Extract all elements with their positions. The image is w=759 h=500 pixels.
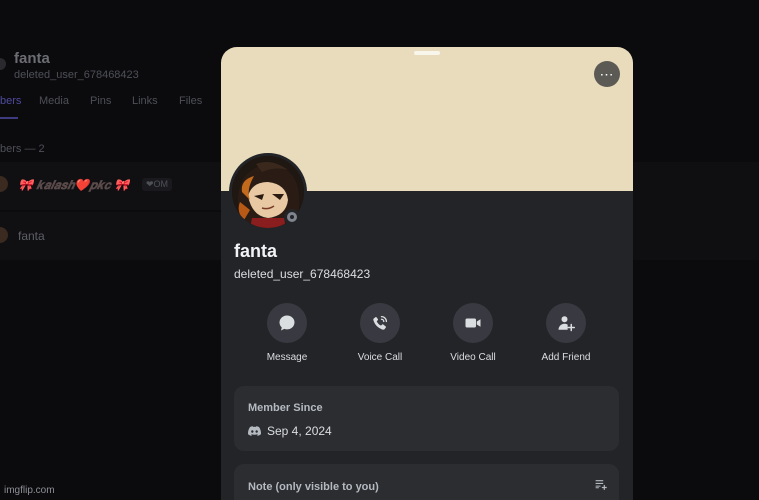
video-call-label: Video Call — [450, 352, 496, 363]
video-camera-icon — [453, 303, 493, 343]
note-edit-icon[interactable] — [594, 478, 607, 496]
voice-call-label: Voice Call — [357, 352, 403, 363]
bg-tab-media[interactable]: Media — [39, 95, 69, 107]
voice-call-button[interactable]: Voice Call — [335, 303, 425, 363]
add-friend-button[interactable]: Add Friend — [521, 303, 611, 363]
bg-tab-members[interactable]: bers — [0, 95, 21, 107]
add-friend-label: Add Friend — [541, 352, 591, 363]
display-name: fanta — [234, 241, 278, 261]
more-icon: ⋯ — [599, 66, 615, 82]
note-title: Note (only visible to you) — [248, 481, 379, 493]
note-section[interactable]: Note (only visible to you) — [234, 464, 619, 500]
bg-tab-underline — [0, 117, 18, 119]
message-label: Message — [266, 352, 308, 363]
member-since-date: Sep 4, 2024 — [248, 424, 332, 438]
add-friend-icon — [546, 303, 586, 343]
member-since-section: Member Since Sep 4, 2024 — [234, 386, 619, 451]
bg-member-name: 🎀 𝒌𝒂𝒍𝒂𝒔𝒉❤️𝒑𝒌𝒄 🎀 — [18, 178, 129, 192]
bg-tab-pins[interactable]: Pins — [90, 95, 111, 107]
drag-handle[interactable] — [414, 51, 440, 55]
profile-card: ⋯ fanta deleted_user_678468423 Message V… — [221, 47, 633, 500]
bg-tab-files[interactable]: Files — [179, 95, 202, 107]
member-since-date-text: Sep 4, 2024 — [267, 424, 332, 438]
video-call-button[interactable]: Video Call — [428, 303, 518, 363]
phone-icon — [360, 303, 400, 343]
watermark-text: imgflip.com — [4, 485, 55, 496]
bg-members-count: bers — 2 — [0, 143, 45, 155]
username: deleted_user_678468423 — [234, 267, 371, 281]
more-options-button[interactable]: ⋯ — [594, 61, 620, 87]
bg-panel-strip — [632, 162, 759, 260]
bg-tab-links[interactable]: Links — [132, 95, 158, 107]
chat-bubble-icon — [267, 303, 307, 343]
bg-member-name: fanta — [18, 229, 45, 243]
message-button[interactable]: Message — [242, 303, 332, 363]
bg-member-badge: ❤OM — [142, 178, 173, 191]
discord-icon — [248, 426, 261, 436]
status-indicator — [284, 209, 300, 225]
bg-avatar — [0, 58, 6, 70]
member-since-title: Member Since — [248, 402, 323, 414]
bg-display-name: fanta — [14, 50, 50, 67]
bg-username: deleted_user_678468423 — [14, 69, 139, 81]
